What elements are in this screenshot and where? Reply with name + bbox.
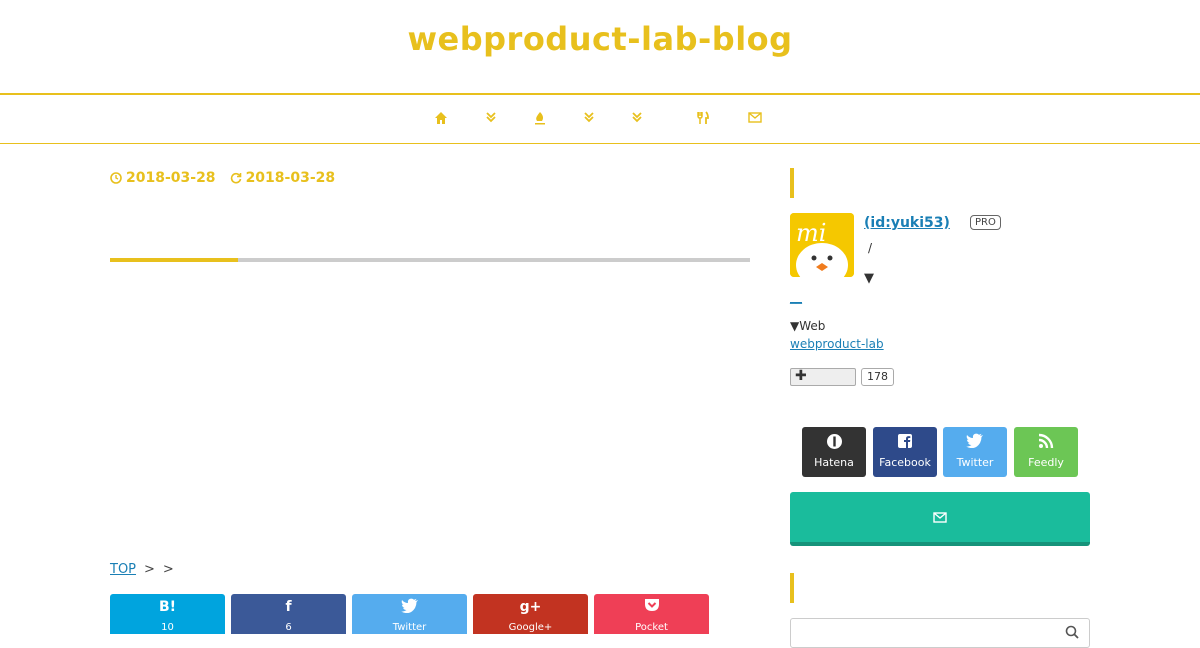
pro-badge: PRO (970, 215, 1001, 230)
breadcrumb-top-link[interactable]: TOP (110, 562, 136, 577)
twitter-icon (400, 598, 419, 616)
breadcrumb-separator: > (144, 562, 155, 577)
read-progress-bar (110, 258, 750, 262)
read-progress-fill (110, 258, 238, 262)
facebook-icon: f (285, 599, 292, 615)
subscribe-mail-button[interactable] (790, 492, 1090, 546)
chevron-double-down-icon[interactable] (486, 111, 496, 123)
hatena-bookmark-icon: B! (158, 599, 177, 615)
updated-date: 2018-03-28 (230, 170, 335, 186)
profile-text: / (868, 241, 873, 255)
hatena-add-button[interactable]: ✚ (790, 368, 856, 386)
mail-icon[interactable] (748, 111, 762, 123)
breadcrumb: TOP > > (110, 562, 174, 577)
refresh-icon (230, 172, 241, 184)
global-nav (0, 93, 1200, 144)
share-googleplus-button[interactable]: g+ Google+ (473, 594, 588, 634)
cutlery-icon[interactable] (697, 111, 709, 125)
breadcrumb-separator: > (162, 562, 174, 577)
profile-link[interactable]: __ (790, 290, 802, 304)
sidebar-heading-bar (790, 573, 794, 603)
follow-feedly-button[interactable]: Feedly (1014, 427, 1078, 477)
chevron-double-down-icon[interactable] (632, 111, 642, 123)
chevron-double-down-icon[interactable] (584, 111, 594, 123)
mail-icon (933, 512, 947, 523)
share-pocket-button[interactable]: Pocket (594, 594, 709, 634)
profile-toggle[interactable]: ▼ (864, 271, 874, 286)
published-date: 2018-03-28 (110, 170, 216, 186)
share-buttons: B! 10 f 6 Twitter g+ Google+ Pocket (110, 594, 709, 634)
facebook-icon (873, 433, 937, 451)
share-twitter-button[interactable]: Twitter (352, 594, 467, 634)
follow-twitter-button[interactable]: Twitter (943, 427, 1007, 477)
search-input[interactable] (790, 618, 1090, 648)
site-title[interactable]: webproduct-lab-blog (0, 20, 1200, 58)
hatena-icon (802, 433, 866, 451)
article-meta: 2018-03-28 2018-03-28 (110, 170, 335, 186)
rss-icon (1014, 433, 1078, 451)
pocket-icon (644, 598, 660, 616)
svg-text:mi: mi (796, 219, 826, 247)
twitter-icon (943, 433, 1007, 451)
flame-icon[interactable] (534, 111, 546, 125)
clock-icon (110, 172, 122, 184)
share-hatena-button[interactable]: B! 10 (110, 594, 225, 634)
plus-icon: ✚ (795, 368, 807, 384)
avatar[interactable]: mi (790, 213, 854, 277)
googleplus-icon: g+ (519, 599, 542, 615)
share-facebook-button[interactable]: f 6 (231, 594, 346, 634)
web-link[interactable]: webproduct-lab (790, 337, 884, 351)
search-icon (1065, 625, 1079, 639)
profile-name-link[interactable]: (id:yuki53) (864, 215, 950, 231)
web-toggle[interactable]: ▼Web (790, 319, 825, 333)
sidebar-heading-bar (790, 168, 794, 198)
follow-facebook-button[interactable]: Facebook (873, 427, 937, 477)
bookmark-count[interactable]: 178 (861, 368, 894, 386)
follow-hatena-button[interactable]: Hatena (802, 427, 866, 477)
home-icon[interactable] (434, 111, 448, 125)
